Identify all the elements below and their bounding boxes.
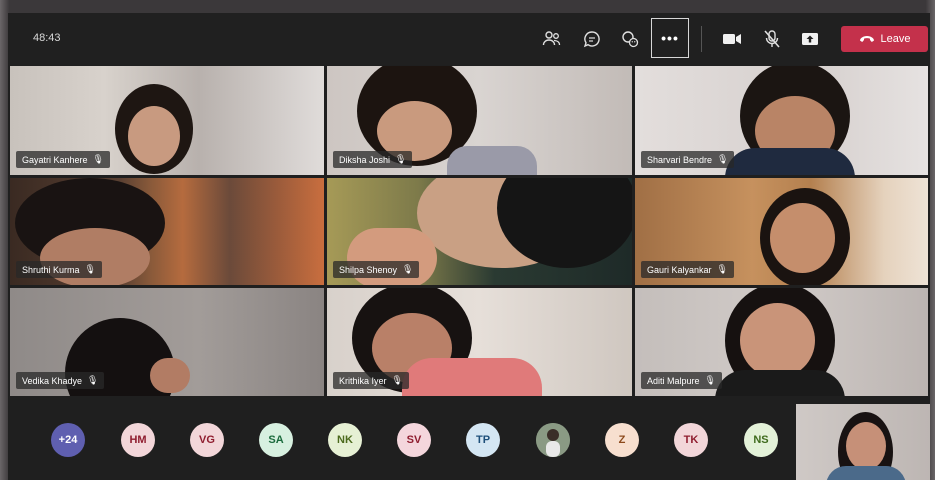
toolbar-divider (701, 26, 702, 52)
participant-name-tag: Shilpa Shenoy 🎙 (333, 261, 420, 278)
participant-avatar[interactable]: NS (744, 423, 778, 457)
share-screen-icon (802, 33, 818, 45)
mic-button[interactable] (759, 26, 785, 52)
share-screen-button[interactable] (797, 26, 823, 52)
mic-off-icon: 🎙 (716, 264, 728, 274)
teams-meeting-window: 48:43 ••• Leave Gayatri Kanhere 🎙 Diksha… (8, 13, 930, 480)
participant-avatar[interactable]: SV (397, 423, 431, 457)
video-grid: Gayatri Kanhere 🎙 Diksha Joshi 🎙 Sharvar… (10, 66, 928, 398)
avatar-initials: NK (337, 434, 353, 446)
video-tile[interactable]: Shruthi Kurma 🎙 (10, 178, 324, 285)
participant-name: Sharvari Bendre (647, 154, 713, 165)
participant-face (770, 203, 835, 273)
participants-button[interactable] (539, 26, 565, 52)
mic-off-icon: 🎙 (87, 375, 99, 385)
mic-off-icon: 🎙 (717, 154, 729, 164)
mic-off-icon: 🎙 (391, 375, 403, 385)
video-tile[interactable]: Sharvari Bendre 🎙 (635, 66, 928, 175)
reactions-icon (622, 31, 639, 48)
participant-hand (150, 358, 190, 393)
participant-shirt (725, 148, 855, 175)
video-tile[interactable]: Aditi Malpure 🎙 (635, 288, 928, 396)
participant-name-tag: Aditi Malpure 🎙 (641, 372, 722, 389)
chat-button[interactable] (579, 26, 605, 52)
meeting-timer: 48:43 (33, 32, 61, 44)
participant-shirt (826, 466, 906, 480)
participant-name-tag: Diksha Joshi 🎙 (333, 151, 413, 168)
mic-off-icon: 🎙 (84, 264, 96, 274)
participant-face (846, 422, 886, 470)
avatar-initials: SV (406, 434, 422, 446)
video-tile[interactable]: Krithika Iyer 🎙 (327, 288, 632, 396)
chat-icon (583, 31, 600, 48)
avatar-initials: VG (199, 434, 215, 446)
video-tile[interactable]: Gauri Kalyankar 🎙 (635, 178, 928, 285)
leave-button[interactable]: Leave (841, 26, 928, 52)
avatar-initials: SA (268, 434, 284, 446)
video-tile[interactable]: Shilpa Shenoy 🎙 (327, 178, 632, 285)
participant-avatar[interactable]: HM (121, 423, 155, 457)
participant-name: Gauri Kalyankar (647, 264, 712, 275)
overflow-participants-avatar[interactable]: +24 (51, 423, 85, 457)
participant-name: Aditi Malpure (647, 375, 700, 386)
participant-name-tag: Sharvari Bendre 🎙 (641, 151, 735, 168)
participant-shirt (715, 370, 845, 396)
participant-avatar[interactable]: SA (259, 423, 293, 457)
participant-photo-avatar[interactable] (536, 423, 570, 457)
more-options-icon: ••• (661, 30, 679, 46)
video-tile[interactable]: Vedika Khadye 🎙 (10, 288, 324, 396)
participants-icon (542, 31, 561, 46)
more-options-button[interactable]: ••• (651, 18, 689, 58)
participant-roster: +24 HM VG SA NK SV TP Z TK NS (8, 401, 930, 480)
participant-name: Shilpa Shenoy (339, 264, 398, 275)
video-tile[interactable]: Diksha Joshi 🎙 (327, 66, 632, 175)
participant-avatar[interactable]: TK (674, 423, 708, 457)
mic-off-icon: 🎙 (402, 264, 414, 274)
participant-face (128, 106, 180, 166)
reactions-button[interactable] (617, 26, 643, 52)
video-tile[interactable]: Gayatri Kanhere 🎙 (10, 66, 324, 175)
participant-avatar[interactable]: TP (466, 423, 500, 457)
mic-off-icon: 🎙 (704, 375, 716, 385)
participant-name: Vedika Khadye (22, 375, 83, 386)
participant-name: Krithika Iyer (339, 375, 387, 386)
leave-label: Leave (880, 33, 911, 45)
avatar-initials: TP (475, 434, 491, 446)
participant-name-tag: Shruthi Kurma 🎙 (16, 261, 102, 278)
profile-photo-icon (536, 423, 570, 457)
participant-name-tag: Gayatri Kanhere 🎙 (16, 151, 110, 168)
camera-button[interactable] (719, 26, 745, 52)
avatar-initials: NS (753, 434, 769, 446)
participant-avatar[interactable]: Z (605, 423, 639, 457)
self-video-preview[interactable] (796, 404, 930, 480)
mic-off-icon: 🎙 (395, 154, 407, 164)
avatar-initials: TK (683, 434, 699, 446)
participant-avatar[interactable]: VG (190, 423, 224, 457)
participant-shirt (447, 146, 537, 175)
participant-name: Diksha Joshi (339, 154, 391, 165)
avatar-initials: HM (129, 434, 147, 446)
participant-avatar[interactable]: NK (328, 423, 362, 457)
mic-off-icon: 🎙 (92, 154, 104, 164)
participant-name-tag: Krithika Iyer 🎙 (333, 372, 409, 389)
participant-name-tag: Gauri Kalyankar 🎙 (641, 261, 734, 278)
participant-name: Gayatri Kanhere (22, 154, 88, 165)
mic-muted-icon (764, 30, 780, 48)
participant-name: Shruthi Kurma (22, 264, 80, 275)
avatar-initials: Z (618, 434, 626, 446)
camera-icon (723, 34, 741, 44)
phone-hangup-icon (859, 36, 874, 42)
participant-name-tag: Vedika Khadye 🎙 (16, 372, 105, 389)
participant-face (740, 303, 815, 378)
participant-shirt (402, 358, 542, 396)
meeting-toolbar: 48:43 ••• Leave (8, 13, 930, 65)
avatar-initials: +24 (58, 434, 78, 446)
